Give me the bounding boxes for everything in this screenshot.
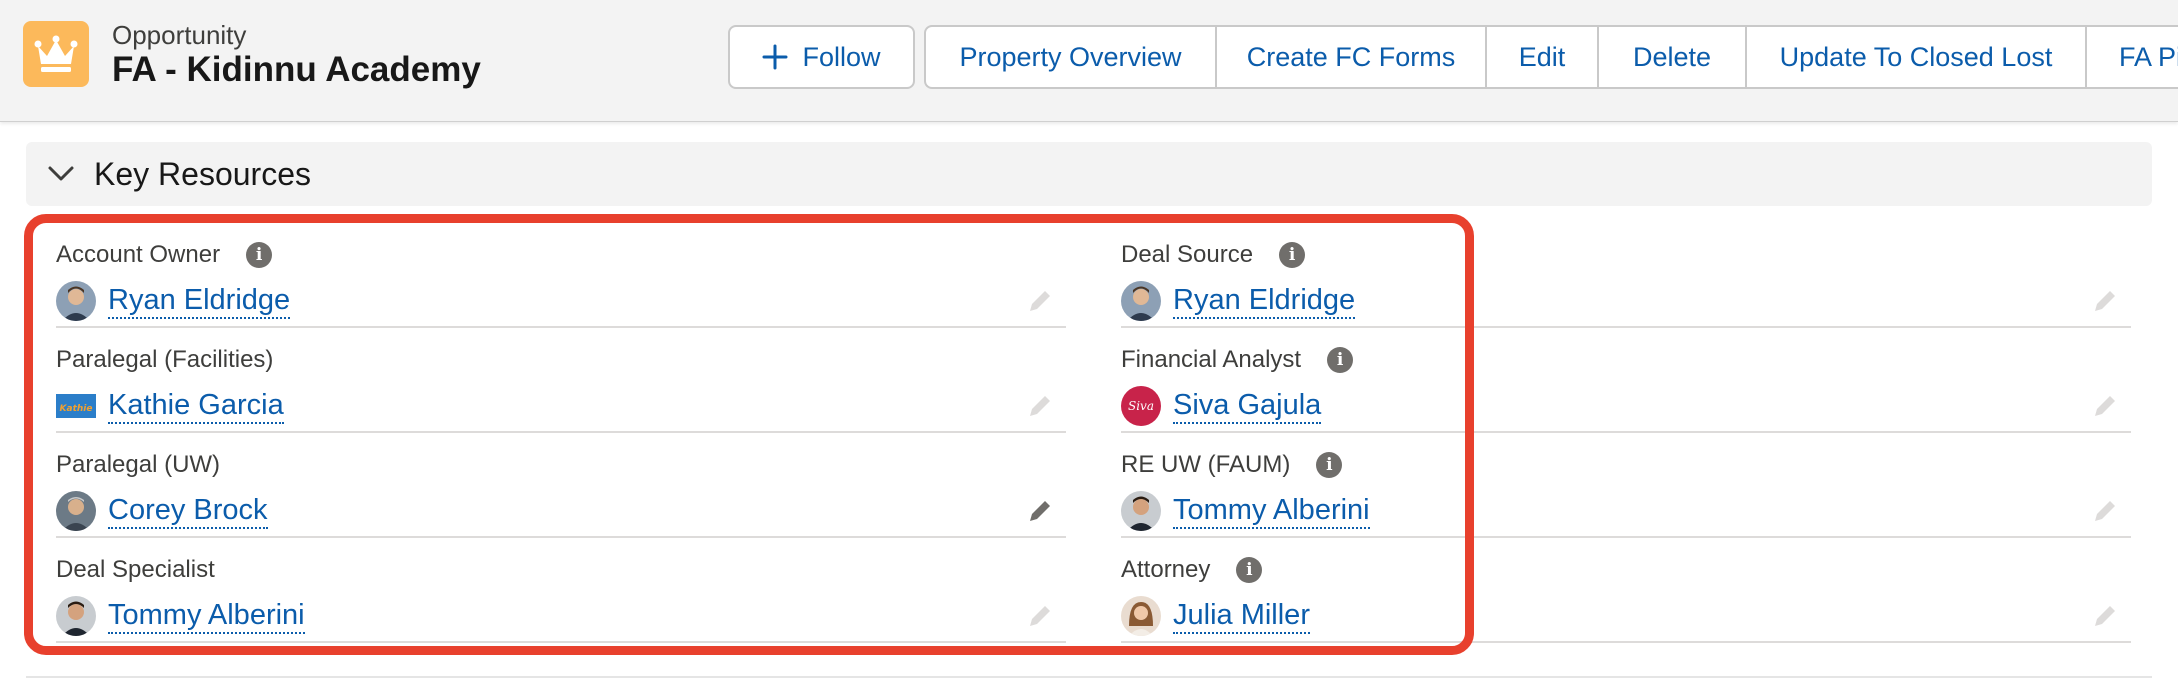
info-icon[interactable]: i — [1279, 242, 1306, 268]
user-link[interactable]: Siva Gajula — [1173, 388, 1322, 424]
field-label: Account Owner — [56, 241, 221, 268]
pencil-icon[interactable] — [1026, 497, 1054, 525]
avatar — [1121, 281, 1161, 321]
info-icon[interactable]: i — [246, 242, 273, 268]
record-type-label: Opportunity — [112, 20, 247, 50]
avatar — [56, 596, 96, 636]
info-icon[interactable]: i — [1316, 452, 1343, 478]
update-to-closed-lost-button[interactable]: Update To Closed Lost — [1747, 27, 2087, 87]
avatar: Kathie — [56, 386, 96, 426]
chevron-down-icon — [46, 159, 76, 189]
field-financial-analyst: Financial Analyst i Siva Siva Gajula — [1121, 328, 2131, 433]
user-link[interactable]: Kathie Garcia — [108, 388, 284, 424]
follow-button[interactable]: Follow — [728, 25, 915, 89]
field-paralegal-facilities: Paralegal (Facilities) Kathie Kathie Gar… — [56, 328, 1066, 433]
action-button-group: Property Overview Create FC Forms Edit D… — [924, 25, 2178, 89]
field-deal-source: Deal Source i Ryan Eldridge — [1121, 223, 2131, 328]
delete-button[interactable]: Delete — [1599, 27, 1747, 87]
field-deal-specialist: Deal Specialist Tommy Alberini — [56, 538, 1066, 643]
user-link[interactable]: Corey Brock — [108, 493, 268, 529]
user-link[interactable]: Tommy Alberini — [1173, 493, 1370, 529]
field-label: Financial Analyst — [1121, 346, 1302, 373]
avatar — [1121, 596, 1161, 636]
user-link[interactable]: Tommy Alberini — [108, 598, 305, 634]
pencil-icon[interactable] — [1026, 287, 1054, 315]
key-resources-section-header[interactable]: Key Resources — [26, 142, 2152, 206]
pencil-icon[interactable] — [2091, 602, 2119, 630]
info-icon[interactable]: i — [1327, 347, 1354, 373]
section-divider — [26, 676, 2152, 678]
info-icon[interactable]: i — [1236, 557, 1263, 583]
record-header: Opportunity FA - Kidinnu Academy Follow … — [0, 0, 2178, 122]
field-account-owner: Account Owner i Ryan Eldridge — [56, 223, 1066, 328]
field-label: Paralegal (UW) — [56, 451, 221, 478]
avatar-logo-text: Kathie — [60, 404, 93, 414]
pencil-icon[interactable] — [2091, 287, 2119, 315]
fa-pi-button[interactable]: FA Pi — [2087, 27, 2178, 87]
follow-label: Follow — [802, 41, 881, 72]
field-re-uw-faum: RE UW (FAUM) i Tommy Alberini — [1121, 433, 2131, 538]
create-fc-forms-button[interactable]: Create FC Forms — [1217, 27, 1487, 87]
opportunity-crown-icon — [23, 21, 89, 87]
avatar-initials: Siva — [1128, 399, 1154, 413]
pencil-icon[interactable] — [1026, 602, 1054, 630]
avatar — [1121, 491, 1161, 531]
user-link[interactable]: Ryan Eldridge — [1173, 283, 1356, 319]
edit-button[interactable]: Edit — [1487, 27, 1599, 87]
avatar: Siva — [1121, 386, 1161, 426]
field-attorney: Attorney i Julia Miller — [1121, 538, 2131, 643]
user-link[interactable]: Ryan Eldridge — [108, 283, 291, 319]
avatar — [56, 281, 96, 321]
field-label: Paralegal (Facilities) — [56, 346, 274, 373]
field-paralegal-uw: Paralegal (UW) Corey Brock — [56, 433, 1066, 538]
pencil-icon[interactable] — [2091, 392, 2119, 420]
field-label: Attorney — [1121, 556, 1211, 583]
field-label: Deal Specialist — [56, 556, 215, 583]
section-title: Key Resources — [94, 155, 311, 192]
property-overview-button[interactable]: Property Overview — [926, 27, 1217, 87]
pencil-icon[interactable] — [2091, 497, 2119, 525]
field-label: Deal Source — [1121, 241, 1254, 268]
plus-icon — [762, 44, 788, 70]
record-title: FA - Kidinnu Academy — [112, 50, 481, 89]
user-link[interactable]: Julia Miller — [1173, 598, 1310, 634]
field-label: RE UW (FAUM) — [1121, 451, 1291, 478]
pencil-icon[interactable] — [1026, 392, 1054, 420]
avatar — [56, 491, 96, 531]
